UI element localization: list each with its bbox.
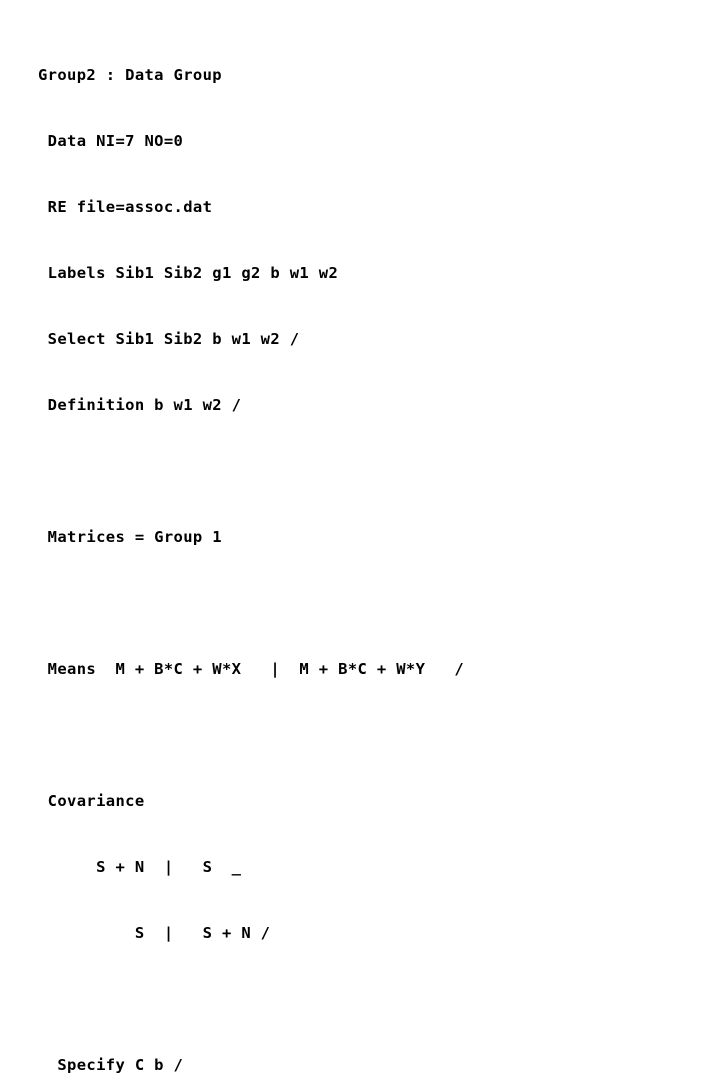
code-line-data: Data NI=7 NO=0 <box>38 132 184 150</box>
code-line-covariance-row-1: S + N | S _ <box>38 858 242 876</box>
code-line-select: Select Sib1 Sib2 b w1 w2 / <box>38 330 300 348</box>
code-line-covariance-row-2: S | S + N / <box>38 924 271 942</box>
script-listing: Group2 : Data Group Data NI=7 NO=0 RE fi… <box>38 20 720 1080</box>
code-line-labels: Labels Sib1 Sib2 g1 g2 b w1 w2 <box>38 264 339 282</box>
code-line-blank-2 <box>38 592 720 614</box>
code-line-means: Means M + B*C + W*X | M + B*C + W*Y / <box>38 660 464 678</box>
code-line-matrices: Matrices = Group 1 <box>38 528 222 546</box>
code-line-covariance-keyword: Covariance <box>38 792 145 810</box>
code-line-definition: Definition b w1 w2 / <box>38 396 242 414</box>
code-line-rectangular-file: RE file=assoc.dat <box>38 198 213 216</box>
code-line-blank-3 <box>38 724 720 746</box>
code-line-blank-4 <box>38 988 720 1010</box>
code-line-blank-1 <box>38 460 720 482</box>
code-line-group-header: Group2 : Data Group <box>38 66 222 84</box>
code-line-specify-c: Specify C b / <box>38 1056 184 1074</box>
